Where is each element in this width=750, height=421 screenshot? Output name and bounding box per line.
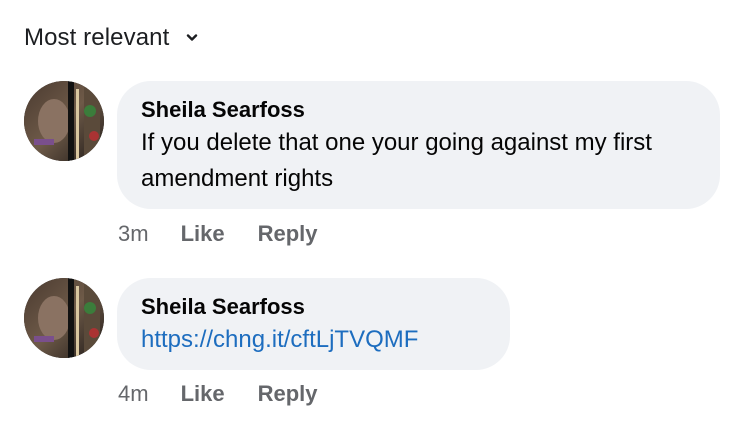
- comment-bubble: Sheila Searfoss If you delete that one y…: [117, 81, 720, 209]
- comment-bubble: Sheila Searfoss https://chng.it/cftLjTVQ…: [117, 278, 510, 370]
- comment-actions: 3m Like Reply: [118, 221, 351, 247]
- reply-button[interactable]: Reply: [258, 381, 318, 407]
- comment-link[interactable]: https://chng.it/cftLjTVQMF: [141, 326, 418, 353]
- avatar[interactable]: [24, 278, 104, 358]
- comment-author[interactable]: Sheila Searfoss: [141, 95, 694, 125]
- reply-button[interactable]: Reply: [258, 221, 318, 247]
- sort-label: Most relevant: [24, 24, 170, 51]
- sort-dropdown[interactable]: Most relevant: [24, 22, 199, 54]
- comment-author[interactable]: Sheila Searfoss: [141, 292, 484, 322]
- chevron-down-icon: [185, 31, 199, 45]
- comment-timestamp[interactable]: 3m: [118, 221, 149, 247]
- like-button[interactable]: Like: [181, 381, 225, 407]
- avatar[interactable]: [24, 81, 104, 161]
- comment-actions: 4m Like Reply: [118, 381, 351, 407]
- comment-timestamp[interactable]: 4m: [118, 381, 149, 407]
- like-button[interactable]: Like: [181, 221, 225, 247]
- comment-text: If you delete that one your going agains…: [141, 129, 652, 192]
